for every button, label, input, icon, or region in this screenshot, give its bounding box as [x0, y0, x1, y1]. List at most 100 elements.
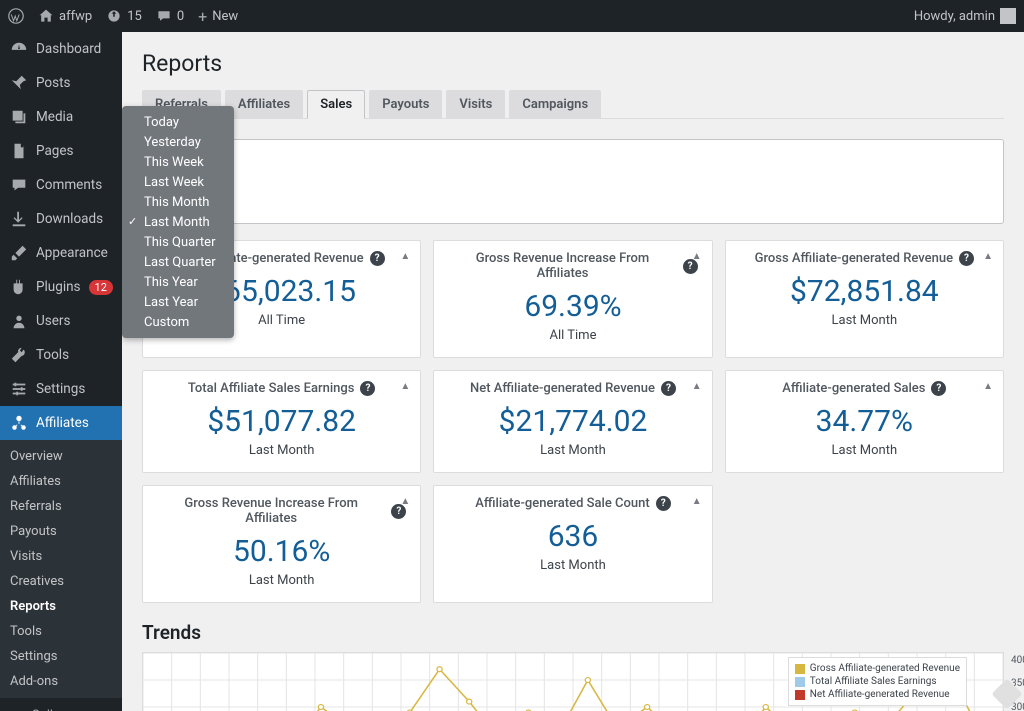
card-toggle-icon[interactable]: ▲	[692, 251, 702, 262]
card-title: Gross Revenue Increase From Affiliates	[157, 496, 385, 526]
submenu-payouts[interactable]: Payouts	[0, 519, 122, 544]
card-toggle-icon[interactable]: ▲	[983, 381, 993, 392]
date-range-dropdown[interactable]: TodayYesterdayThis WeekLast WeekThis Mon…	[122, 106, 234, 338]
date-option-this-year[interactable]: This Year	[122, 272, 234, 292]
sidebar-item-label: Comments	[36, 177, 102, 193]
submenu-overview[interactable]: Overview	[0, 444, 122, 469]
stat-card-6: ▲Gross Revenue Increase From Affiliates?…	[142, 485, 421, 603]
new-link[interactable]: +New	[198, 7, 238, 26]
sidebar-item-posts[interactable]: Posts	[0, 66, 122, 100]
trends-heading: Trends	[142, 621, 1004, 644]
sidebar-item-label: Affiliates	[36, 415, 89, 431]
date-option-this-quarter[interactable]: This Quarter	[122, 232, 234, 252]
card-period: Last Month	[740, 313, 989, 328]
tab-affiliates[interactable]: Affiliates	[225, 90, 303, 119]
stat-cards-grid: ▲Net Affiliate-generated Revenue?$65,023…	[142, 240, 1004, 603]
avatar	[1000, 8, 1016, 24]
date-option-last-year[interactable]: Last Year	[122, 292, 234, 312]
help-icon[interactable]: ?	[661, 381, 676, 396]
date-option-today[interactable]: Today	[122, 112, 234, 132]
sidebar-item-label: Users	[36, 313, 70, 329]
stat-card-4: ▲ Net Affiliate-generated Revenue? $21,774…	[433, 370, 712, 473]
sidebar-item-tools[interactable]: Tools	[0, 338, 122, 372]
legend-swatch	[795, 677, 805, 687]
sidebar-item-label: Settings	[36, 381, 85, 397]
tab-payouts[interactable]: Payouts	[369, 90, 442, 119]
card-period: Last Month	[157, 443, 406, 458]
submenu-referrals[interactable]: Referrals	[0, 494, 122, 519]
card-toggle-icon[interactable]: ▲	[692, 496, 702, 507]
help-icon[interactable]: ?	[959, 251, 974, 266]
card-period: Last Month	[448, 443, 697, 458]
date-option-last-week[interactable]: Last Week	[122, 172, 234, 192]
trends-chart: Gross Affiliate-generated RevenueTotal A…	[142, 652, 1004, 711]
sidebar-item-pages[interactable]: Pages	[0, 134, 122, 168]
submenu-settings[interactable]: Settings	[0, 644, 122, 669]
help-icon[interactable]: ?	[370, 251, 385, 266]
comments-link[interactable]: 0	[156, 8, 184, 24]
submenu-reports[interactable]: Reports	[0, 594, 122, 619]
card-title: Affiliate-generated Sales	[782, 381, 925, 396]
sidebar-item-media[interactable]: Media	[0, 100, 122, 134]
card-title: Total Affiliate Sales Earnings	[188, 381, 355, 396]
card-period: Last Month	[448, 558, 697, 573]
date-option-last-quarter[interactable]: Last Quarter	[122, 252, 234, 272]
card-value: 636	[448, 519, 697, 554]
legend-swatch	[795, 664, 805, 674]
card-period: Last Month	[740, 443, 989, 458]
card-value: $51,077.82	[157, 404, 406, 439]
update-badge: 12	[89, 280, 113, 295]
tab-campaigns[interactable]: Campaigns	[509, 90, 601, 119]
submenu-add-ons[interactable]: Add-ons	[0, 669, 122, 694]
card-value: 69.39%	[448, 289, 697, 324]
legend-item: Total Affiliate Sales Earnings	[795, 675, 960, 688]
stat-card-3: ▲ Total Affiliate Sales Earnings? $51,077.…	[142, 370, 421, 473]
help-icon[interactable]: ?	[656, 496, 671, 511]
tab-sales[interactable]: Sales	[307, 90, 365, 119]
sidebar-item-comments[interactable]: Comments	[0, 168, 122, 202]
sidebar-item-dashboard[interactable]: Dashboard	[0, 32, 122, 66]
collapse-menu[interactable]: Collapse menu	[0, 698, 122, 711]
card-value: 50.16%	[157, 534, 406, 569]
card-title: Net Affiliate-generated Revenue	[470, 381, 655, 396]
stat-card-7: ▲ Affiliate-generated Sale Count? 636 Last …	[433, 485, 712, 603]
sidebar-item-settings[interactable]: Settings	[0, 372, 122, 406]
updates-link[interactable]: 15	[106, 8, 142, 24]
sidebar-item-affiliates[interactable]: Affiliates	[0, 406, 122, 440]
site-link[interactable]: affwp	[38, 8, 92, 24]
legend-item: Gross Affiliate-generated Revenue	[795, 662, 960, 675]
date-option-this-month[interactable]: This Month	[122, 192, 234, 212]
wp-logo[interactable]	[8, 8, 24, 24]
card-value: 34.77%	[740, 404, 989, 439]
howdy-link[interactable]: Howdy, admin	[914, 8, 1016, 24]
card-toggle-icon[interactable]: ▲	[692, 381, 702, 392]
tab-visits[interactable]: Visits	[446, 90, 505, 119]
date-option-last-month[interactable]: Last Month	[122, 212, 234, 232]
date-option-custom[interactable]: Custom	[122, 312, 234, 332]
help-icon[interactable]: ?	[931, 381, 946, 396]
submenu-affiliates[interactable]: Affiliates	[0, 469, 122, 494]
card-title: Gross Affiliate-generated Revenue	[755, 251, 953, 266]
card-toggle-icon[interactable]: ▲	[400, 496, 410, 507]
sidebar-item-downloads[interactable]: Downloads	[0, 202, 122, 236]
submenu-tools[interactable]: Tools	[0, 619, 122, 644]
card-toggle-icon[interactable]: ▲	[983, 251, 993, 262]
sidebar-item-label: Downloads	[36, 211, 103, 227]
date-option-this-week[interactable]: This Week	[122, 152, 234, 172]
help-icon[interactable]: ?	[360, 381, 375, 396]
card-value: $21,774.02	[448, 404, 697, 439]
stat-card-5: ▲ Affiliate-generated Sales? 34.77% Last Mo…	[725, 370, 1004, 473]
submenu-visits[interactable]: Visits	[0, 544, 122, 569]
card-title: Affiliate-generated Sale Count	[475, 496, 649, 511]
sidebar-item-appearance[interactable]: Appearance	[0, 236, 122, 270]
legend-swatch	[795, 690, 805, 700]
card-toggle-icon[interactable]: ▲	[400, 381, 410, 392]
sidebar-item-label: Pages	[36, 143, 74, 159]
sidebar-item-users[interactable]: Users	[0, 304, 122, 338]
date-option-yesterday[interactable]: Yesterday	[122, 132, 234, 152]
sidebar-item-plugins[interactable]: Plugins12	[0, 270, 122, 304]
admin-bar: affwp 15 0 +New Howdy, admin	[0, 0, 1024, 32]
main-content: Reports ReferralsAffiliatesSalesPayoutsV…	[122, 32, 1024, 711]
card-toggle-icon[interactable]: ▲	[400, 251, 410, 262]
submenu-creatives[interactable]: Creatives	[0, 569, 122, 594]
